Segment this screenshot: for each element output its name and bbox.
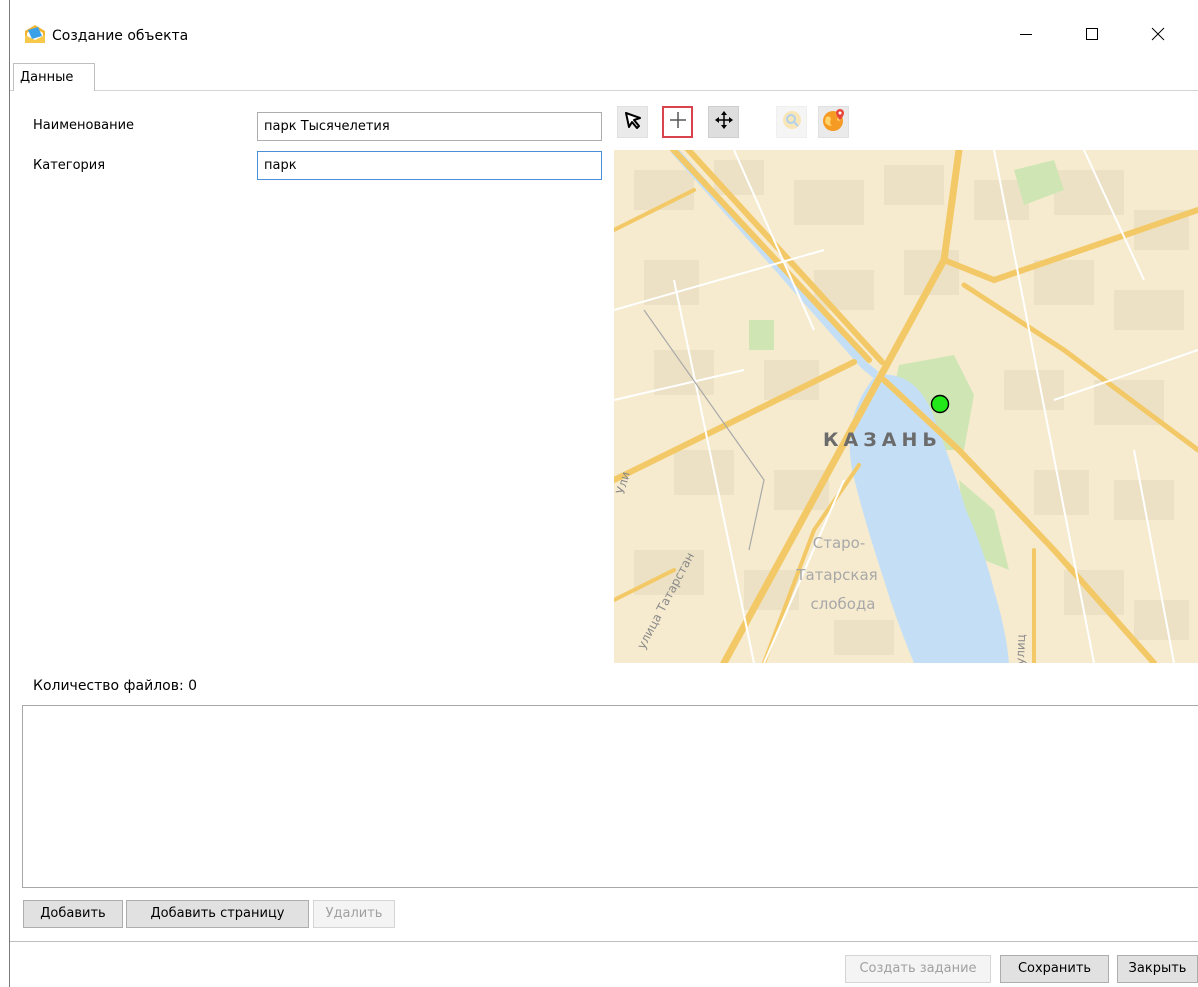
move-tool-button[interactable] bbox=[708, 106, 739, 138]
globe-location-icon bbox=[821, 107, 847, 137]
select-tool-button[interactable] bbox=[617, 106, 648, 138]
footer-separator bbox=[10, 941, 1198, 942]
files-count-label: Количество файлов: 0 bbox=[33, 678, 198, 694]
district-label-line-3: слобода bbox=[810, 595, 875, 613]
close-button[interactable]: Закрыть bbox=[1117, 955, 1198, 983]
maximize-icon bbox=[1085, 27, 1099, 45]
name-field[interactable] bbox=[257, 112, 602, 141]
object-marker[interactable] bbox=[930, 394, 950, 414]
add-file-button[interactable]: Добавить bbox=[23, 900, 123, 928]
category-label: Категория bbox=[33, 158, 106, 173]
tab-strip-line bbox=[10, 90, 1198, 91]
files-list[interactable] bbox=[22, 705, 1198, 888]
street-label-right: улиц bbox=[1013, 634, 1028, 663]
zoom-tool-button[interactable] bbox=[776, 106, 807, 138]
move-pan-icon bbox=[714, 110, 734, 134]
tab-data-label: Данные bbox=[20, 70, 74, 85]
map-view[interactable]: КАЗАНЬ Старо- Татарская слобода улица Та… bbox=[614, 150, 1198, 663]
tab-data[interactable]: Данные bbox=[13, 63, 95, 91]
envelope-folder-icon bbox=[24, 24, 46, 44]
save-button[interactable]: Сохранить bbox=[1000, 955, 1109, 983]
add-point-crosshair-icon bbox=[668, 110, 688, 134]
minimize-icon bbox=[1019, 27, 1033, 45]
window-border bbox=[9, 0, 10, 987]
add-page-button[interactable]: Добавить страницу bbox=[126, 900, 309, 928]
add-point-tool-button[interactable] bbox=[662, 106, 693, 138]
maximize-button[interactable] bbox=[1070, 14, 1114, 58]
create-task-button[interactable]: Создать задание bbox=[845, 955, 991, 983]
select-arrow-icon bbox=[623, 110, 643, 134]
district-label-line-1: Старо- bbox=[813, 534, 866, 552]
city-label: КАЗАНЬ bbox=[823, 429, 942, 451]
minimize-button[interactable] bbox=[1004, 14, 1048, 58]
close-window-button[interactable] bbox=[1136, 14, 1180, 58]
delete-file-button[interactable]: Удалить bbox=[313, 900, 395, 928]
zoom-search-icon bbox=[781, 109, 803, 135]
window-title: Создание объекта bbox=[52, 28, 189, 44]
globe-tool-button[interactable] bbox=[818, 106, 849, 138]
name-label: Наименование bbox=[33, 118, 135, 133]
district-label-line-2: Татарская bbox=[795, 566, 877, 584]
close-icon bbox=[1151, 27, 1165, 45]
category-field[interactable] bbox=[257, 151, 602, 180]
